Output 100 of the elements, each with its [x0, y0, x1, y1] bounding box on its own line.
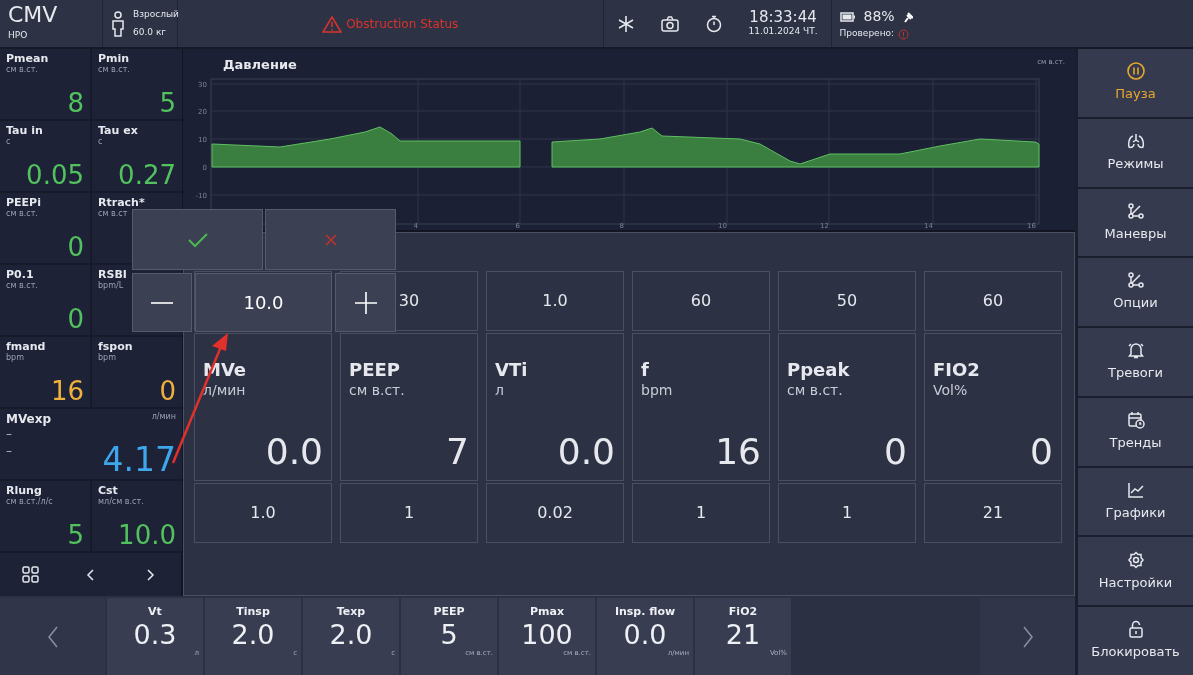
settings-icon — [1126, 550, 1145, 569]
chevron-right-icon — [1021, 625, 1034, 648]
stopwatch-icon[interactable] — [704, 14, 723, 33]
sidebar-button[interactable]: Блокировать — [1078, 607, 1193, 675]
chevron-left-icon — [46, 625, 59, 648]
setting-cell[interactable]: PEEP см в.ст. 7 — [340, 333, 478, 481]
setting-unit: Vol% — [933, 380, 969, 400]
limit-cell[interactable]: 1 — [632, 483, 770, 543]
parameter-name: PEEPi — [6, 196, 42, 210]
parameter-unit: см в.ст./л/с — [6, 497, 54, 507]
warning-icon — [322, 14, 343, 33]
plus-icon — [354, 291, 377, 314]
setting-cell[interactable]: FIO2 Vol% 0 — [924, 333, 1062, 481]
setting-name: Ppeak — [787, 360, 851, 380]
sidebar-button[interactable]: Пауза — [1078, 49, 1193, 117]
parameter-value: 10.0 — [117, 522, 176, 548]
snowflake-icon[interactable] — [616, 14, 635, 33]
parameter-unit: см в.ст. — [6, 281, 39, 291]
limit-cell[interactable]: 21 — [924, 483, 1062, 543]
chart-title: Давление — [223, 56, 297, 74]
chevron-left-icon[interactable] — [86, 568, 95, 581]
sidebar-button[interactable]: Опции — [1078, 258, 1193, 327]
setting-cell[interactable]: Ppeak см в.ст. 0 — [778, 333, 916, 481]
setting-value: 0 — [883, 434, 907, 470]
parameter-unit: bpm — [98, 353, 116, 363]
setting-value: 0.0 — [264, 434, 323, 470]
sidebar-button[interactable]: Графики — [1078, 467, 1193, 536]
parameter-name: Tau in — [6, 124, 44, 138]
setting-value: 0 — [1029, 434, 1053, 470]
mode-label: CMV — [8, 4, 58, 27]
parameter-value: 4.17 — [102, 443, 176, 476]
limit-cell[interactable]: 60 — [632, 271, 770, 331]
parameter-value: 0 — [158, 378, 176, 404]
parameter-unit: см в.ст. — [6, 65, 39, 75]
patient-type: Взрослый — [133, 8, 179, 21]
plug-icon — [902, 10, 913, 23]
setting-value: 0.0 — [556, 434, 615, 470]
parameter-value: 16 — [49, 378, 84, 404]
parameter-name: RSBI — [98, 268, 128, 281]
minus-icon — [151, 300, 173, 305]
sidebar-button[interactable]: Тревоги — [1078, 328, 1193, 396]
limit-cell[interactable]: 1.0 — [486, 271, 624, 331]
limit-cell[interactable]: 0.02 — [486, 483, 624, 543]
grid-icon[interactable] — [21, 566, 39, 583]
chevron-right-icon[interactable] — [146, 568, 156, 581]
check-icon — [186, 231, 209, 248]
parameter-unit: см в.ст. — [6, 209, 39, 219]
parameter-name: Pmean — [6, 52, 50, 66]
limit-cell[interactable]: 1 — [340, 483, 478, 543]
limit-value[interactable]: 30 — [398, 289, 420, 313]
parameter-unit: с — [6, 137, 12, 147]
sidebar-button[interactable]: Маневры — [1078, 188, 1193, 257]
limit-cell[interactable]: 50 — [778, 271, 916, 331]
setting-unit: л/мин — [203, 380, 247, 400]
calendar-clock-icon — [1126, 411, 1145, 430]
sidebar-button[interactable]: Режимы — [1078, 118, 1193, 187]
limit-cell[interactable]: 60 — [924, 271, 1062, 331]
parameter-unit: bpm/L — [98, 281, 125, 291]
parameter-value: 0.27 — [117, 162, 176, 188]
dash-label: – — [6, 443, 12, 460]
branch-icon — [1126, 271, 1145, 290]
submode-label: HPO — [8, 29, 28, 43]
camera-icon[interactable] — [660, 14, 679, 33]
value-field[interactable]: 10.0 — [195, 273, 332, 332]
parameter-unit: см в.ст. — [98, 65, 131, 75]
setting-name: VTi — [495, 360, 529, 380]
parameter-name: MVexp — [6, 412, 52, 427]
limit-cell[interactable]: 1.0 — [194, 483, 332, 543]
setting-cell[interactable]: VTi л 0.0 — [486, 333, 624, 481]
close-icon — [324, 233, 337, 246]
parameter-unit: мл/см в.ст. — [98, 497, 145, 507]
sidebar-button[interactable]: Настройки — [1078, 537, 1193, 606]
battery-percent: 88% — [863, 7, 895, 27]
setting-name: FIO2 — [933, 360, 981, 380]
pause-icon — [1126, 62, 1145, 81]
setting-unit: см в.ст. — [349, 380, 406, 400]
parameter-name: fspon — [98, 340, 134, 354]
setting-cell[interactable]: f bpm 16 — [632, 333, 770, 481]
parameter-name: Pmin — [98, 52, 131, 66]
lungs-icon — [1126, 131, 1145, 150]
parameter-name: Tau ex — [98, 124, 139, 138]
parameter-value: 0 — [66, 234, 84, 260]
clock-time: 18:33:44 — [749, 8, 817, 25]
patient-weight: 60.0 кг — [133, 25, 168, 39]
parameter-name: Rtrach* — [98, 196, 146, 210]
battery-icon — [839, 11, 856, 22]
error-icon — [898, 28, 910, 40]
branch-icon — [1126, 201, 1145, 220]
bell-icon — [1126, 341, 1145, 360]
clock-date: 11.01.2024 ЧТ. — [748, 25, 818, 38]
limit-cell[interactable]: 1 — [778, 483, 916, 543]
setting-unit: см в.ст. — [787, 380, 844, 400]
parameter-name: Cst — [98, 484, 119, 497]
setting-value: 7 — [445, 434, 469, 470]
chart-line-icon — [1126, 480, 1145, 499]
increase-button[interactable] — [335, 273, 396, 332]
setting-unit: bpm — [641, 380, 674, 400]
parameter-value: 8 — [66, 90, 84, 116]
parameter-unit: bpm — [6, 353, 25, 363]
sidebar-button[interactable]: Тренды — [1078, 397, 1193, 466]
